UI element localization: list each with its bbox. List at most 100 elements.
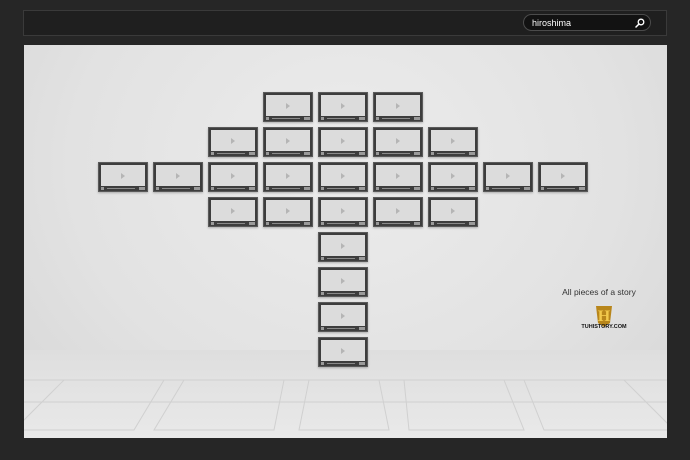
video-controls <box>101 187 145 191</box>
video-controls <box>321 257 365 261</box>
search-input[interactable] <box>532 15 632 30</box>
volume-icon <box>249 222 255 225</box>
play-button-icon <box>431 222 434 225</box>
video-controls <box>431 187 475 191</box>
video-tile[interactable] <box>373 162 423 192</box>
progress-bar <box>327 293 355 294</box>
play-icon <box>286 137 290 144</box>
video-screen <box>211 200 255 221</box>
video-controls <box>321 222 365 226</box>
play-icon <box>396 172 400 179</box>
volume-icon <box>359 327 365 330</box>
video-controls <box>541 187 585 191</box>
video-tile[interactable] <box>318 337 368 367</box>
video-tile[interactable] <box>318 197 368 227</box>
video-tile[interactable] <box>318 92 368 122</box>
logo-letter: H <box>598 308 611 325</box>
video-tile[interactable] <box>153 162 203 192</box>
play-icon <box>231 207 235 214</box>
play-button-icon <box>431 187 434 190</box>
play-icon <box>176 172 180 179</box>
video-tile[interactable] <box>483 162 533 192</box>
video-tile[interactable] <box>318 267 368 297</box>
video-tile[interactable] <box>428 197 478 227</box>
ad-stage: All pieces of a story H TUHISTORY.COM <box>24 45 667 438</box>
video-tile[interactable] <box>428 127 478 157</box>
play-icon <box>341 137 345 144</box>
play-button-icon <box>376 187 379 190</box>
video-tile[interactable] <box>208 197 258 227</box>
play-button-icon <box>266 187 269 190</box>
progress-bar <box>272 223 300 224</box>
video-tile[interactable] <box>373 92 423 122</box>
progress-bar <box>272 188 300 189</box>
progress-bar <box>217 188 245 189</box>
volume-icon <box>359 187 365 190</box>
play-button-icon <box>211 187 214 190</box>
video-tile[interactable] <box>263 127 313 157</box>
video-controls <box>321 187 365 191</box>
play-icon <box>121 172 125 179</box>
video-tile[interactable] <box>318 127 368 157</box>
play-button-icon <box>376 222 379 225</box>
video-controls <box>266 117 310 121</box>
video-tile[interactable] <box>373 127 423 157</box>
play-button-icon <box>541 187 544 190</box>
progress-bar <box>437 188 465 189</box>
play-icon <box>451 172 455 179</box>
video-tile[interactable] <box>208 127 258 157</box>
top-bar <box>23 10 667 36</box>
video-tile[interactable] <box>373 197 423 227</box>
play-icon <box>341 312 345 319</box>
search-box[interactable] <box>523 14 651 31</box>
video-screen <box>431 200 475 221</box>
play-icon <box>341 347 345 354</box>
progress-bar <box>382 223 410 224</box>
video-tile[interactable] <box>98 162 148 192</box>
play-button-icon <box>321 222 324 225</box>
play-icon <box>231 172 235 179</box>
play-button-icon <box>376 117 379 120</box>
video-tile[interactable] <box>318 162 368 192</box>
video-screen <box>156 165 200 186</box>
volume-icon <box>414 187 420 190</box>
play-icon <box>341 172 345 179</box>
video-tile[interactable] <box>318 302 368 332</box>
volume-icon <box>469 222 475 225</box>
video-screen <box>431 130 475 151</box>
video-tile[interactable] <box>318 232 368 262</box>
video-tile[interactable] <box>263 92 313 122</box>
progress-bar <box>327 328 355 329</box>
video-screen <box>101 165 145 186</box>
video-screen <box>376 200 420 221</box>
video-screen <box>321 235 365 256</box>
volume-icon <box>249 187 255 190</box>
search-button[interactable] <box>633 15 647 30</box>
video-screen <box>321 200 365 221</box>
progress-bar <box>327 188 355 189</box>
play-icon <box>506 172 510 179</box>
video-controls <box>376 117 420 121</box>
volume-icon <box>414 117 420 120</box>
volume-icon <box>304 117 310 120</box>
play-button-icon <box>266 152 269 155</box>
video-tile[interactable] <box>428 162 478 192</box>
play-button-icon <box>321 327 324 330</box>
play-icon <box>561 172 565 179</box>
video-screen <box>376 130 420 151</box>
video-controls <box>266 222 310 226</box>
progress-bar <box>437 153 465 154</box>
video-tile[interactable] <box>263 162 313 192</box>
play-icon <box>231 137 235 144</box>
video-tile[interactable] <box>538 162 588 192</box>
video-tile[interactable] <box>263 197 313 227</box>
video-tile[interactable] <box>208 162 258 192</box>
video-screen <box>321 165 365 186</box>
search-icon <box>635 18 645 28</box>
progress-bar <box>217 153 245 154</box>
play-icon <box>341 102 345 109</box>
video-screen <box>541 165 585 186</box>
volume-icon <box>359 222 365 225</box>
progress-bar <box>382 153 410 154</box>
video-controls <box>321 327 365 331</box>
